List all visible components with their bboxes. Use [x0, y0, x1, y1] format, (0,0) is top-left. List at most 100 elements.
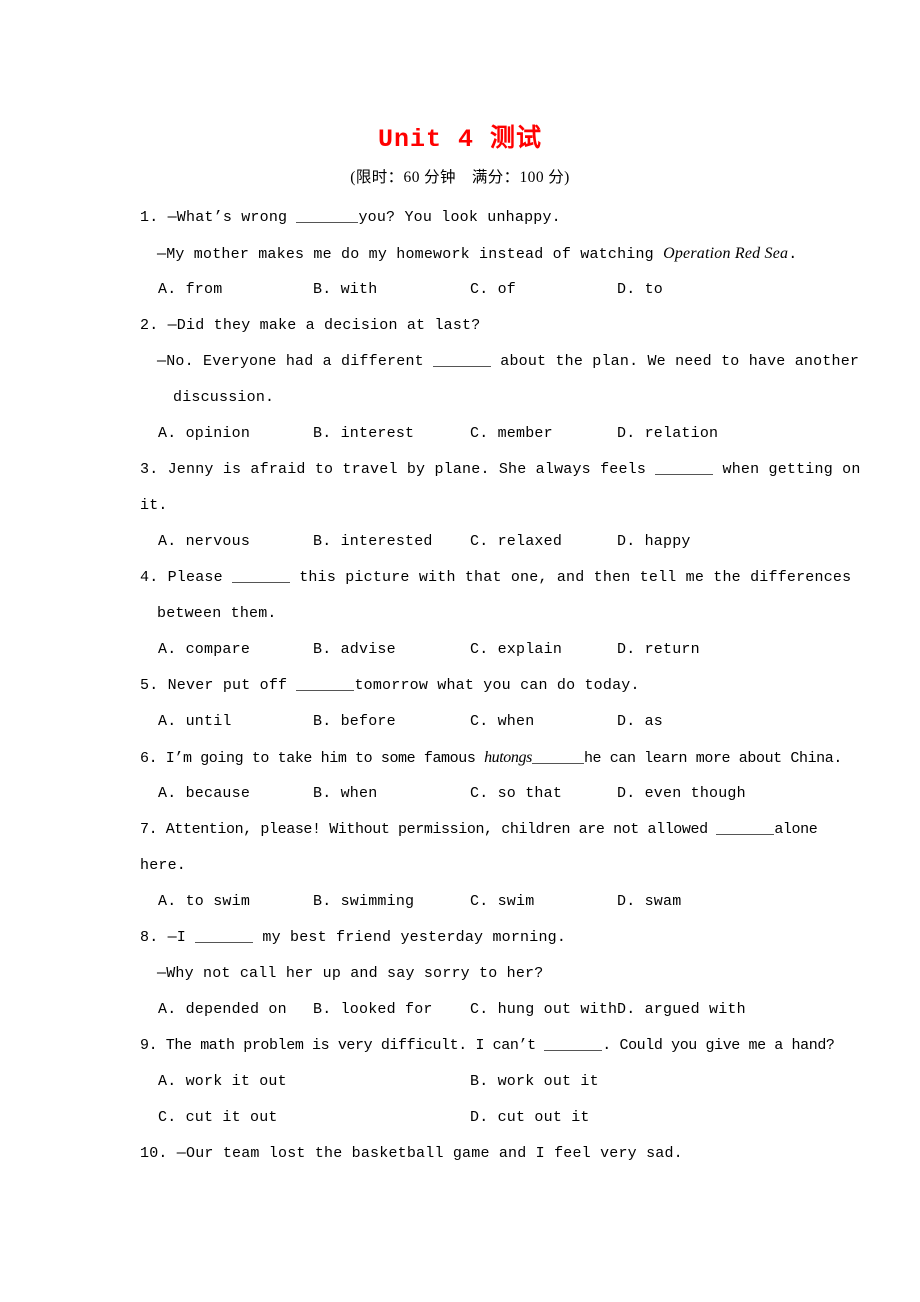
option-d[interactable]: D. swam [617, 884, 681, 920]
question-line: —My mother makes me do my homework inste… [140, 236, 800, 272]
option-c[interactable]: C. when [470, 704, 534, 740]
option-d[interactable]: D. relation [617, 416, 718, 452]
question-line: 3. Jenny is afraid to travel by plane. S… [140, 452, 860, 488]
option-a[interactable]: A. to swim [158, 884, 250, 920]
answer-blank[interactable] [716, 820, 775, 835]
option-row: A. to swim B. swimming C. swim D. swam [140, 884, 800, 920]
option-b[interactable]: B. swimming [313, 884, 414, 920]
question-text: 9. The math problem is very difficult. I… [140, 1037, 545, 1054]
option-a[interactable]: A. depended on [158, 992, 287, 1028]
option-row: A. work it out B. work out it [140, 1064, 800, 1100]
question-line: 4. Please this picture with that one, an… [140, 560, 851, 596]
question-line: 9. The math problem is very difficult. I… [140, 1028, 835, 1064]
option-row: A. because B. when C. so that D. even thoug… [140, 776, 800, 812]
option-b[interactable]: B. interest [313, 416, 414, 452]
question-line: 2. —Did they make a decision at last? [140, 308, 800, 344]
option-row: A. until B. before C. when D. as [140, 704, 800, 740]
question-line: here. [140, 848, 800, 884]
exam-meta-subtitle: (限时：60 分钟 满分：100 分) [350, 169, 570, 186]
option-a[interactable]: A. until [158, 704, 232, 740]
italic-term: Operation Red Sea [663, 245, 789, 262]
option-b[interactable]: B. with [313, 272, 377, 308]
question-text: —No. Everyone had a different [157, 353, 434, 370]
question-list: 1. —What’s wrong you? You look unhappy. —… [140, 200, 860, 1172]
option-b[interactable]: B. work out it [470, 1064, 599, 1100]
option-row: A. nervous B. interested C. relaxed D. happ… [140, 524, 800, 560]
option-d[interactable]: D. cut out it [470, 1100, 590, 1136]
option-b[interactable]: B. before [313, 704, 396, 740]
answer-blank[interactable] [433, 352, 492, 367]
option-b[interactable]: B. when [313, 776, 377, 812]
option-c[interactable]: C. relaxed [470, 524, 562, 560]
question-line: 7. Attention, please! Without permission… [140, 812, 818, 848]
document-page: Unit 4 测试 (限时：60 分钟 满分：100 分) 1. —What’s… [0, 0, 920, 1302]
question-line: —Why not call her up and say sorry to he… [140, 956, 800, 992]
answer-blank[interactable] [544, 1036, 603, 1051]
option-c[interactable]: C. so that [470, 776, 562, 812]
question-text: he can learn more about China. [583, 750, 842, 767]
option-c[interactable]: C. member [470, 416, 553, 452]
answer-blank[interactable] [296, 208, 359, 223]
question-text: —My mother makes me do my homework inste… [157, 246, 664, 263]
question-line: between them. [140, 596, 800, 632]
option-c[interactable]: C. cut it out [158, 1100, 278, 1136]
option-a[interactable]: A. because [158, 776, 250, 812]
option-d[interactable]: D. to [617, 272, 663, 308]
option-b[interactable]: B. looked for [313, 992, 433, 1028]
question-line: 5. Never put off tomorrow what you can d… [140, 668, 800, 704]
question-line: it. [140, 488, 800, 524]
question-line: 6. I’m going to take him to some famous … [140, 740, 842, 776]
question-line: 8. —I my best friend yesterday morning. [140, 920, 800, 956]
question-text: you? You look unhappy. [358, 209, 561, 226]
option-row: A. depended on B. looked for C. hung out w… [140, 992, 800, 1028]
question-text: —Why not call her up and say sorry to he… [157, 965, 544, 982]
question-text: 1. —What’s wrong [140, 209, 297, 226]
option-a[interactable]: A. nervous [158, 524, 250, 560]
answer-blank[interactable] [531, 749, 584, 764]
option-b[interactable]: B. advise [313, 632, 396, 668]
option-a[interactable]: A. compare [158, 632, 250, 668]
question-text: 10. —Our team lost the basketball game a… [140, 1145, 683, 1162]
option-b[interactable]: B. interested [313, 524, 433, 560]
question-line: 10. —Our team lost the basketball game a… [140, 1136, 800, 1172]
question-text: this picture with that one, and then tel… [290, 569, 852, 586]
option-row: C. cut it out D. cut out it [140, 1100, 800, 1136]
option-row: A. opinion B. interest C. member D. relatio… [140, 416, 800, 452]
option-d[interactable]: D. happy [617, 524, 691, 560]
question-text: between them. [157, 605, 277, 622]
option-c[interactable]: C. swim [470, 884, 534, 920]
option-row: A. from B. with C. of D. to [140, 272, 800, 308]
question-text: 2. —Did they make a decision at last? [140, 317, 481, 334]
option-d[interactable]: D. as [617, 704, 663, 740]
answer-blank[interactable] [655, 460, 714, 475]
answer-blank[interactable] [232, 568, 291, 583]
option-c[interactable]: C. hung out with [470, 992, 617, 1028]
question-text: 3. Jenny is afraid to travel by plane. S… [140, 461, 656, 478]
option-c[interactable]: C. of [470, 272, 516, 308]
option-a[interactable]: A. work it out [158, 1064, 287, 1100]
option-c[interactable]: C. explain [470, 632, 562, 668]
option-d[interactable]: D. argued with [617, 992, 746, 1028]
question-text: my best friend yesterday morning. [253, 929, 567, 946]
question-line: discussion. [140, 380, 800, 416]
question-text: discussion. [173, 389, 275, 406]
question-text: tomorrow what you can do today. [354, 677, 640, 694]
question-text: 6. I’m going to take him to some famous [140, 750, 485, 767]
question-text: 5. Never put off [140, 677, 297, 694]
question-text: it. [140, 497, 168, 514]
option-d[interactable]: D. return [617, 632, 700, 668]
question-text: here. [140, 857, 187, 874]
option-row: A. compare B. advise C. explain D. return [140, 632, 800, 668]
question-text: when getting on [713, 461, 861, 478]
question-text: about the plan. We need to have another [491, 353, 860, 370]
question-text: . Could you give me a hand? [602, 1037, 835, 1054]
question-text: 7. Attention, please! Without permission… [140, 821, 717, 838]
answer-blank[interactable] [195, 928, 254, 943]
answer-blank[interactable] [296, 676, 355, 691]
option-d[interactable]: D. even though [617, 776, 746, 812]
option-a[interactable]: A. from [158, 272, 222, 308]
question-line: 1. —What’s wrong you? You look unhappy. [140, 200, 800, 236]
option-a[interactable]: A. opinion [158, 416, 250, 452]
italic-term: hutongs [484, 749, 532, 766]
question-text: 8. —I [140, 929, 196, 946]
